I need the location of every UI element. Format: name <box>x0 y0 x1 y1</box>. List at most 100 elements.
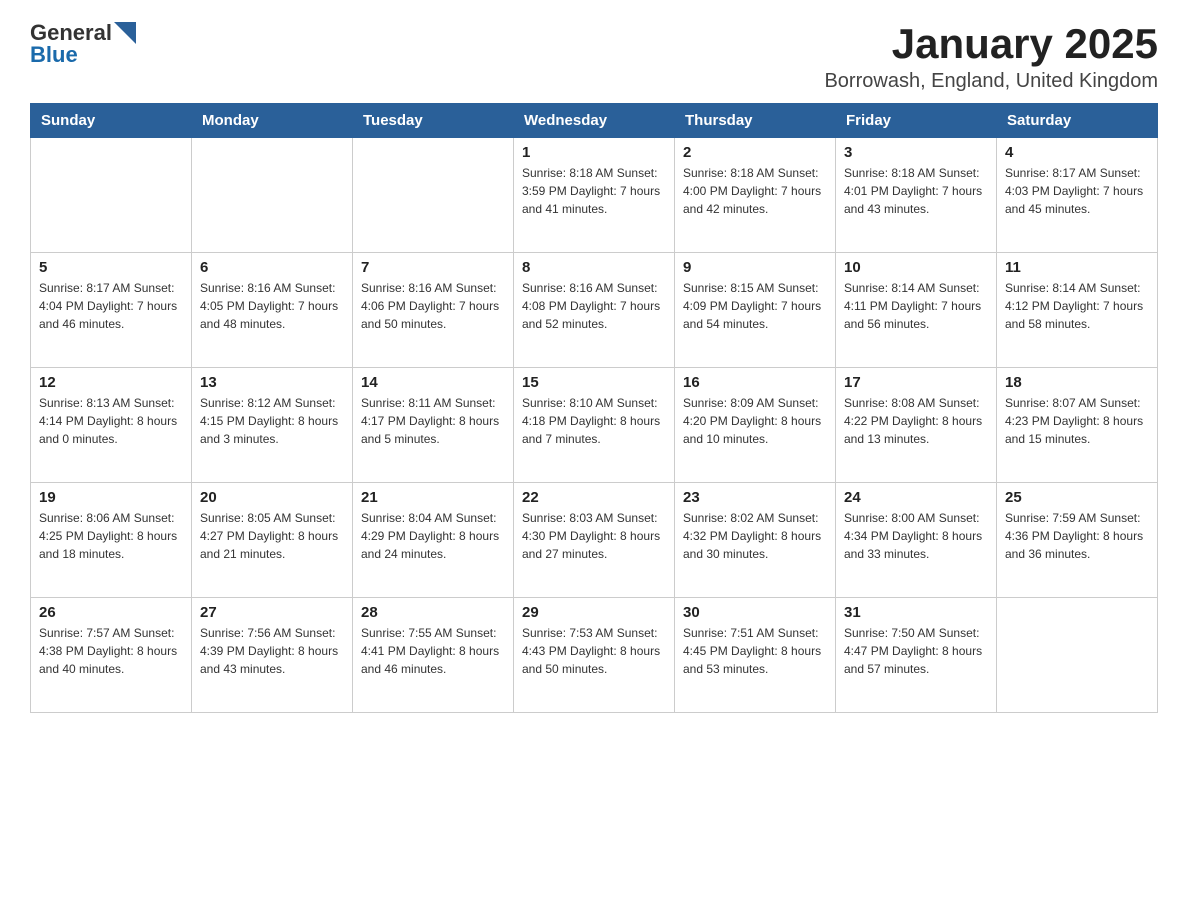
column-header-sunday: Sunday <box>31 104 192 138</box>
day-info: Sunrise: 8:17 AM Sunset: 4:04 PM Dayligh… <box>39 279 183 333</box>
location-text: Borrowash, England, United Kingdom <box>824 70 1158 93</box>
day-number: 11 <box>1005 259 1149 276</box>
calendar-cell: 5 Sunrise: 8:17 AM Sunset: 4:04 PM Daylig… <box>31 253 192 368</box>
day-info: Sunrise: 8:16 AM Sunset: 4:06 PM Dayligh… <box>361 279 505 333</box>
column-header-saturday: Saturday <box>997 104 1158 138</box>
day-info: Sunrise: 8:18 AM Sunset: 3:59 PM Dayligh… <box>522 164 666 218</box>
day-number: 23 <box>683 489 827 506</box>
day-info: Sunrise: 7:50 AM Sunset: 4:47 PM Dayligh… <box>844 624 988 678</box>
day-number: 18 <box>1005 374 1149 391</box>
calendar-cell: 22 Sunrise: 8:03 AM Sunset: 4:30 PM Dayli… <box>514 483 675 598</box>
calendar-cell: 6Sunrise: 8:16 AM Sunset: 4:05 PM Daylig… <box>192 253 353 368</box>
day-number: 22 <box>522 489 666 506</box>
calendar-cell: 17 Sunrise: 8:08 AM Sunset: 4:22 PM Dayli… <box>836 368 997 483</box>
calendar-cell: 8Sunrise: 8:16 AM Sunset: 4:08 PM Daylig… <box>514 253 675 368</box>
day-info: Sunrise: 8:09 AM Sunset: 4:20 PM Dayligh… <box>683 394 827 448</box>
day-number: 29 <box>522 604 666 621</box>
column-header-thursday: Thursday <box>675 104 836 138</box>
calendar-cell: 25Sunrise: 7:59 AM Sunset: 4:36 PM Dayli… <box>997 483 1158 598</box>
calendar-week-row: 26 Sunrise: 7:57 AM Sunset: 4:38 PM Dayli… <box>31 598 1158 713</box>
day-info: Sunrise: 8:13 AM Sunset: 4:14 PM Dayligh… <box>39 394 183 448</box>
calendar-table: SundayMondayTuesdayWednesdayThursdayFrid… <box>30 103 1158 713</box>
day-number: 10 <box>844 259 988 276</box>
day-number: 19 <box>39 489 183 506</box>
day-info: Sunrise: 7:51 AM Sunset: 4:45 PM Dayligh… <box>683 624 827 678</box>
day-info: Sunrise: 8:14 AM Sunset: 4:11 PM Dayligh… <box>844 279 988 333</box>
day-info: Sunrise: 8:16 AM Sunset: 4:05 PM Dayligh… <box>200 279 344 333</box>
day-number: 9 <box>683 259 827 276</box>
calendar-week-row: 19Sunrise: 8:06 AM Sunset: 4:25 PM Dayli… <box>31 483 1158 598</box>
calendar-header-row: SundayMondayTuesdayWednesdayThursdayFrid… <box>31 104 1158 138</box>
day-info: Sunrise: 8:18 AM Sunset: 4:01 PM Dayligh… <box>844 164 988 218</box>
page-header: General Blue January 2025 Borrowash, Eng… <box>30 20 1158 93</box>
day-number: 5 <box>39 259 183 276</box>
calendar-cell: 12 Sunrise: 8:13 AM Sunset: 4:14 PM Dayli… <box>31 368 192 483</box>
calendar-cell: 26 Sunrise: 7:57 AM Sunset: 4:38 PM Dayli… <box>31 598 192 713</box>
calendar-cell: 23 Sunrise: 8:02 AM Sunset: 4:32 PM Dayli… <box>675 483 836 598</box>
logo: General Blue <box>30 20 136 68</box>
calendar-cell: 16 Sunrise: 8:09 AM Sunset: 4:20 PM Dayli… <box>675 368 836 483</box>
day-number: 25 <box>1005 489 1149 506</box>
day-number: 4 <box>1005 144 1149 161</box>
calendar-cell: 4 Sunrise: 8:17 AM Sunset: 4:03 PM Daylig… <box>997 138 1158 253</box>
calendar-week-row: 12 Sunrise: 8:13 AM Sunset: 4:14 PM Dayli… <box>31 368 1158 483</box>
calendar-cell: 15 Sunrise: 8:10 AM Sunset: 4:18 PM Dayli… <box>514 368 675 483</box>
calendar-cell: 1Sunrise: 8:18 AM Sunset: 3:59 PM Daylig… <box>514 138 675 253</box>
day-info: Sunrise: 8:02 AM Sunset: 4:32 PM Dayligh… <box>683 509 827 563</box>
day-info: Sunrise: 8:00 AM Sunset: 4:34 PM Dayligh… <box>844 509 988 563</box>
day-info: Sunrise: 8:07 AM Sunset: 4:23 PM Dayligh… <box>1005 394 1149 448</box>
logo-arrow-icon <box>114 22 136 44</box>
day-number: 26 <box>39 604 183 621</box>
day-number: 17 <box>844 374 988 391</box>
day-info: Sunrise: 8:17 AM Sunset: 4:03 PM Dayligh… <box>1005 164 1149 218</box>
calendar-cell: 7 Sunrise: 8:16 AM Sunset: 4:06 PM Daylig… <box>353 253 514 368</box>
day-number: 3 <box>844 144 988 161</box>
title-block: January 2025 Borrowash, England, United … <box>824 20 1158 93</box>
day-number: 14 <box>361 374 505 391</box>
calendar-cell <box>997 598 1158 713</box>
day-number: 20 <box>200 489 344 506</box>
calendar-cell: 27 Sunrise: 7:56 AM Sunset: 4:39 PM Dayli… <box>192 598 353 713</box>
day-info: Sunrise: 8:03 AM Sunset: 4:30 PM Dayligh… <box>522 509 666 563</box>
day-info: Sunrise: 8:10 AM Sunset: 4:18 PM Dayligh… <box>522 394 666 448</box>
column-header-wednesday: Wednesday <box>514 104 675 138</box>
calendar-cell <box>353 138 514 253</box>
day-info: Sunrise: 8:12 AM Sunset: 4:15 PM Dayligh… <box>200 394 344 448</box>
day-info: Sunrise: 7:57 AM Sunset: 4:38 PM Dayligh… <box>39 624 183 678</box>
calendar-cell: 11 Sunrise: 8:14 AM Sunset: 4:12 PM Dayli… <box>997 253 1158 368</box>
day-number: 28 <box>361 604 505 621</box>
calendar-cell: 10 Sunrise: 8:14 AM Sunset: 4:11 PM Dayli… <box>836 253 997 368</box>
calendar-cell <box>192 138 353 253</box>
day-number: 27 <box>200 604 344 621</box>
day-info: Sunrise: 8:14 AM Sunset: 4:12 PM Dayligh… <box>1005 279 1149 333</box>
day-number: 15 <box>522 374 666 391</box>
calendar-cell: 29Sunrise: 7:53 AM Sunset: 4:43 PM Dayli… <box>514 598 675 713</box>
day-info: Sunrise: 8:04 AM Sunset: 4:29 PM Dayligh… <box>361 509 505 563</box>
calendar-cell <box>31 138 192 253</box>
calendar-cell: 18 Sunrise: 8:07 AM Sunset: 4:23 PM Dayli… <box>997 368 1158 483</box>
calendar-cell: 19Sunrise: 8:06 AM Sunset: 4:25 PM Dayli… <box>31 483 192 598</box>
logo-blue-text: Blue <box>30 42 78 68</box>
day-number: 13 <box>200 374 344 391</box>
day-info: Sunrise: 7:56 AM Sunset: 4:39 PM Dayligh… <box>200 624 344 678</box>
column-header-friday: Friday <box>836 104 997 138</box>
month-title: January 2025 <box>824 20 1158 68</box>
day-number: 31 <box>844 604 988 621</box>
day-number: 7 <box>361 259 505 276</box>
column-header-monday: Monday <box>192 104 353 138</box>
calendar-cell: 9Sunrise: 8:15 AM Sunset: 4:09 PM Daylig… <box>675 253 836 368</box>
calendar-cell: 24Sunrise: 8:00 AM Sunset: 4:34 PM Dayli… <box>836 483 997 598</box>
calendar-cell: 28Sunrise: 7:55 AM Sunset: 4:41 PM Dayli… <box>353 598 514 713</box>
calendar-cell: 31 Sunrise: 7:50 AM Sunset: 4:47 PM Dayli… <box>836 598 997 713</box>
day-number: 12 <box>39 374 183 391</box>
calendar-cell: 2Sunrise: 8:18 AM Sunset: 4:00 PM Daylig… <box>675 138 836 253</box>
day-number: 16 <box>683 374 827 391</box>
day-info: Sunrise: 8:05 AM Sunset: 4:27 PM Dayligh… <box>200 509 344 563</box>
day-number: 21 <box>361 489 505 506</box>
calendar-cell: 14 Sunrise: 8:11 AM Sunset: 4:17 PM Dayli… <box>353 368 514 483</box>
calendar-cell: 21 Sunrise: 8:04 AM Sunset: 4:29 PM Dayli… <box>353 483 514 598</box>
day-info: Sunrise: 8:08 AM Sunset: 4:22 PM Dayligh… <box>844 394 988 448</box>
day-info: Sunrise: 8:11 AM Sunset: 4:17 PM Dayligh… <box>361 394 505 448</box>
calendar-cell: 20 Sunrise: 8:05 AM Sunset: 4:27 PM Dayli… <box>192 483 353 598</box>
day-number: 2 <box>683 144 827 161</box>
